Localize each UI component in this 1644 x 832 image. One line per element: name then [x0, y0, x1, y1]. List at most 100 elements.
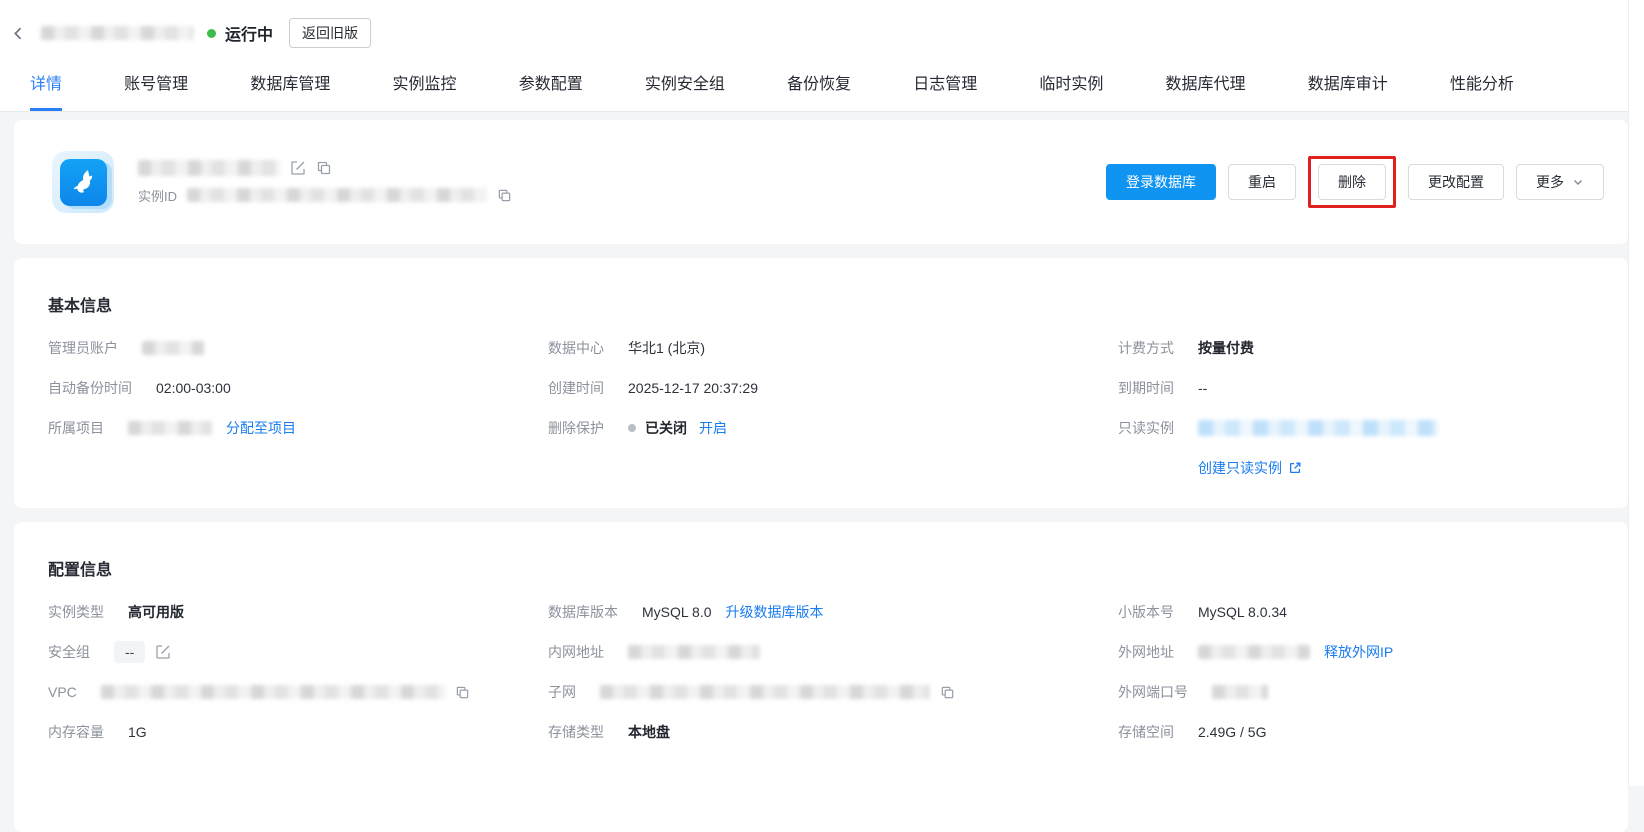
- return-old-version-button[interactable]: 返回旧版: [289, 18, 371, 48]
- tab-details[interactable]: 详情: [30, 70, 62, 111]
- tab-backup-restore[interactable]: 备份恢复: [787, 70, 851, 111]
- instance-type-value: 高可用版: [128, 602, 184, 622]
- field-label: 到期时间: [1118, 378, 1174, 398]
- chevron-down-icon: [1572, 176, 1584, 188]
- field-label: 实例类型: [48, 602, 104, 622]
- tab-database-proxy[interactable]: 数据库代理: [1166, 70, 1246, 111]
- page-header: 运行中 返回旧版 详情 账号管理 数据库管理 实例监控 参数配置 实例安全组 备…: [0, 0, 1644, 112]
- field-label: 外网端口号: [1118, 682, 1188, 702]
- billing-value: 按量付费: [1198, 338, 1254, 358]
- tab-temporary-instance[interactable]: 临时实例: [1039, 70, 1103, 111]
- copy-subnet-icon[interactable]: [940, 685, 955, 700]
- enable-delete-protection-link[interactable]: 开启: [699, 418, 727, 438]
- delete-highlight-annotation: 删除: [1308, 156, 1396, 208]
- create-readonly-instance-link[interactable]: 创建只读实例: [1198, 458, 1282, 478]
- tab-log-management[interactable]: 日志管理: [913, 70, 977, 111]
- main-content: 实例ID 登录数据库 重启 删除 更改配置 更多 基本信息: [0, 112, 1644, 832]
- field-label: 安全组: [48, 642, 90, 662]
- tab-instance-security-group[interactable]: 实例安全组: [645, 70, 725, 111]
- storage-type-value: 本地盘: [628, 722, 670, 742]
- billing-row: 计费方式 按量付费: [1118, 328, 1628, 368]
- storage-type-row: 存储类型 本地盘: [548, 712, 1118, 752]
- restart-button[interactable]: 重启: [1228, 164, 1296, 200]
- field-label: 计费方式: [1118, 338, 1174, 358]
- field-label: 存储类型: [548, 722, 604, 742]
- tab-parameter-config[interactable]: 参数配置: [519, 70, 583, 111]
- security-group-row: 安全组 --: [48, 632, 548, 672]
- config-info-title: 配置信息: [48, 556, 1628, 580]
- backup-time-value: 02:00-03:00: [156, 380, 231, 396]
- storage-space-row: 存储空间 2.49G / 5G: [1118, 712, 1628, 752]
- subnet-redacted: [600, 685, 930, 699]
- field-label: 内网地址: [548, 642, 604, 662]
- private-ip-redacted: [628, 645, 760, 659]
- readonly-instance-redacted[interactable]: [1198, 420, 1438, 436]
- status-running-dot: [207, 29, 216, 38]
- more-button-label: 更多: [1536, 172, 1564, 192]
- more-button[interactable]: 更多: [1516, 164, 1604, 200]
- created-time-value: 2025-12-17 20:37:29: [628, 380, 758, 396]
- copy-name-icon[interactable]: [316, 160, 332, 176]
- field-label: 数据中心: [548, 338, 604, 358]
- datacenter-value: 华北1 (北京): [628, 338, 705, 358]
- instance-summary-card: 实例ID 登录数据库 重启 删除 更改配置 更多: [14, 120, 1628, 244]
- tab-account-management[interactable]: 账号管理: [124, 70, 188, 111]
- modify-config-button[interactable]: 更改配置: [1408, 164, 1504, 200]
- public-port-redacted: [1212, 685, 1268, 699]
- copy-vpc-icon[interactable]: [455, 685, 470, 700]
- assign-to-project-link[interactable]: 分配至项目: [226, 418, 296, 438]
- instance-type-row: 实例类型 高可用版: [48, 592, 548, 632]
- storage-space-value: 2.49G / 5G: [1198, 724, 1266, 740]
- delete-button[interactable]: 删除: [1318, 164, 1386, 200]
- mysql-dolphin-icon: [60, 159, 107, 206]
- instance-title-bar: 运行中 返回旧版: [0, 16, 1644, 50]
- vpc-row: VPC: [48, 672, 548, 712]
- field-label: 所属项目: [48, 418, 104, 438]
- action-buttons: 登录数据库 重启 删除 更改配置 更多: [1106, 156, 1604, 208]
- tab-performance-analysis[interactable]: 性能分析: [1450, 70, 1514, 111]
- login-database-button[interactable]: 登录数据库: [1106, 164, 1216, 200]
- field-label: 管理员账户: [48, 338, 118, 358]
- readonly-instance-row: 只读实例: [1118, 408, 1628, 448]
- closed-status-dot: [628, 424, 636, 432]
- project-redacted: [128, 421, 212, 435]
- copy-id-icon[interactable]: [497, 188, 512, 203]
- field-label: 数据库版本: [548, 602, 618, 622]
- delete-protection-value: 已关闭: [645, 418, 687, 438]
- minor-version-value: MySQL 8.0.34: [1198, 604, 1287, 620]
- security-group-value: --: [114, 641, 145, 663]
- tab-database-management[interactable]: 数据库管理: [250, 70, 330, 111]
- mysql-logo-badge: [52, 151, 114, 213]
- create-readonly-row: 创建只读实例: [1118, 448, 1628, 488]
- field-label: 只读实例: [1118, 418, 1174, 438]
- field-label: 自动备份时间: [48, 378, 132, 398]
- admin-account-row: 管理员账户: [48, 328, 548, 368]
- field-label: 小版本号: [1118, 602, 1174, 622]
- public-port-row: 外网端口号: [1118, 672, 1628, 712]
- instance-id-label: 实例ID: [138, 186, 177, 205]
- release-public-ip-link[interactable]: 释放外网IP: [1324, 642, 1393, 662]
- created-time-row: 创建时间 2025-12-17 20:37:29: [548, 368, 1118, 408]
- edit-name-icon[interactable]: [290, 160, 306, 176]
- private-ip-row: 内网地址: [548, 632, 1118, 672]
- project-row: 所属项目 分配至项目: [48, 408, 548, 448]
- field-label: 删除保护: [548, 418, 604, 438]
- db-version-row: 数据库版本 MySQL 8.0 升级数据库版本: [548, 592, 1118, 632]
- subnet-row: 子网: [548, 672, 1118, 712]
- edit-security-group-icon[interactable]: [155, 644, 171, 660]
- instance-id-redacted: [187, 188, 487, 202]
- field-label: 外网地址: [1118, 642, 1174, 662]
- admin-account-redacted: [142, 341, 204, 355]
- vpc-redacted: [101, 685, 445, 699]
- back-icon[interactable]: [10, 25, 27, 42]
- memory-row: 内存容量 1G: [48, 712, 548, 752]
- tab-bar: 详情 账号管理 数据库管理 实例监控 参数配置 实例安全组 备份恢复 日志管理 …: [0, 70, 1644, 111]
- status-text: 运行中: [225, 21, 273, 45]
- tab-database-audit[interactable]: 数据库审计: [1308, 70, 1388, 111]
- basic-info-title: 基本信息: [48, 292, 1628, 316]
- tab-instance-monitoring[interactable]: 实例监控: [393, 70, 457, 111]
- auto-backup-time-row: 自动备份时间 02:00-03:00: [48, 368, 548, 408]
- scrollbar-track[interactable]: [1628, 0, 1644, 786]
- expire-time-value: --: [1198, 380, 1207, 396]
- upgrade-db-version-link[interactable]: 升级数据库版本: [726, 602, 824, 622]
